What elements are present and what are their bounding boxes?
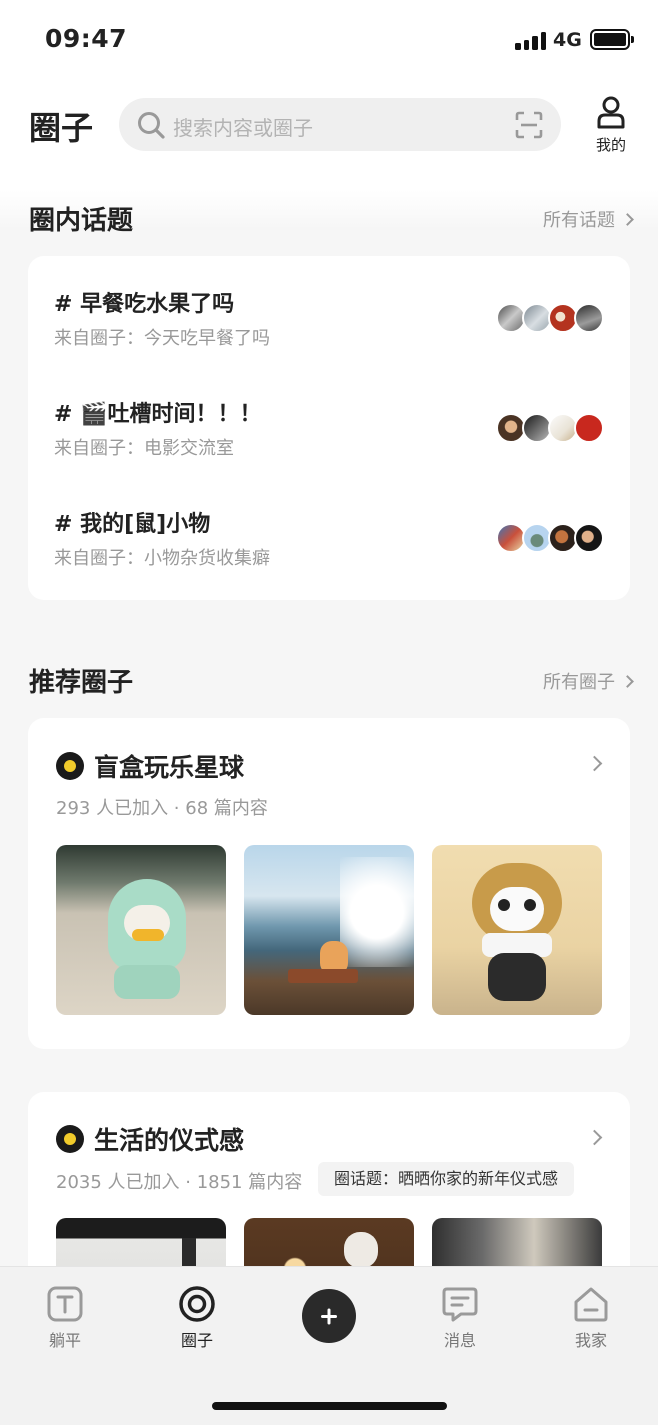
tab-label: 我家 <box>574 1331 607 1350</box>
participant-avatars <box>496 413 604 443</box>
tab-circles[interactable]: 圈子 <box>147 1285 247 1351</box>
topic-item[interactable]: # 早餐吃水果了吗 来自圈子：今天吃早餐了吗 <box>54 286 604 376</box>
status-time: 09:47 <box>45 24 128 53</box>
circle-target-icon <box>179 1286 215 1322</box>
user-icon <box>597 96 625 129</box>
message-icon <box>442 1287 478 1322</box>
topics-section-title: 圈内话题 <box>29 206 134 236</box>
signal-icon <box>515 32 547 50</box>
participant-avatars <box>496 303 604 333</box>
lie-flat-icon <box>47 1286 83 1322</box>
topic-item[interactable]: # 🎬吐槽时间！！！ 来自圈子：电影交流室 <box>54 396 604 486</box>
tab-label: 躺平 <box>48 1331 81 1350</box>
scan-icon[interactable] <box>514 110 544 140</box>
circle-meta: 2035 人已加入 · 1851 篇内容 <box>56 1172 303 1193</box>
circle-photo[interactable] <box>244 845 414 1015</box>
circle-topic-tag[interactable]: 圈话题：晒晒你家的新年仪式感 <box>318 1162 575 1196</box>
circle-photo[interactable] <box>432 845 602 1015</box>
search-placeholder: 搜索内容或圈子 <box>173 116 313 140</box>
circle-name: 盲盒玩乐星球 <box>94 753 245 782</box>
circle-name: 生活的仪式感 <box>94 1126 245 1155</box>
page-title: 圈子 <box>29 109 94 147</box>
chevron-right-icon <box>586 1129 603 1146</box>
my-profile-label: 我的 <box>595 136 626 154</box>
all-circles-link[interactable]: 所有圈子 <box>543 668 634 694</box>
circle-card[interactable]: 盲盒玩乐星球 293 人已加入 · 68 篇内容 <box>28 718 630 1049</box>
circle-photo[interactable] <box>56 845 226 1015</box>
participant-avatars <box>496 523 604 553</box>
topic-source: 来自圈子：电影交流室 <box>54 438 234 459</box>
topics-card: # 早餐吃水果了吗 来自圈子：今天吃早餐了吗 # 🎬吐槽时间！！！ 来自圈子：电… <box>28 256 630 600</box>
tab-messages[interactable]: 消息 <box>410 1285 510 1351</box>
circle-meta: 293 人已加入 · 68 篇内容 <box>56 798 268 819</box>
tab-label: 圈子 <box>180 1331 213 1350</box>
topic-title: # 我的[鼠]小物 <box>54 512 211 537</box>
my-profile-button[interactable]: 我的 <box>586 94 636 156</box>
topic-source: 来自圈子：今天吃早餐了吗 <box>54 328 270 349</box>
avatar <box>574 413 604 443</box>
create-post-button[interactable] <box>302 1289 356 1343</box>
circle-icon <box>56 1125 84 1153</box>
bottom-tab-bar: 躺平 圈子 消息 我家 <box>0 1266 658 1425</box>
all-topics-link[interactable]: 所有话题 <box>543 206 634 232</box>
battery-icon <box>590 29 634 50</box>
chevron-right-icon <box>621 213 634 226</box>
avatar <box>574 303 604 333</box>
topic-title: # 🎬吐槽时间！！！ <box>54 402 262 427</box>
tab-my-home[interactable]: 我家 <box>541 1285 641 1351</box>
topic-source: 来自圈子：小物杂货收集癖 <box>54 548 270 569</box>
home-indicator <box>212 1402 447 1410</box>
chevron-right-icon <box>586 755 603 772</box>
avatar <box>574 523 604 553</box>
search-bar[interactable]: 搜索内容或圈子 <box>119 98 561 151</box>
tab-lie-flat[interactable]: 躺平 <box>15 1285 115 1351</box>
topic-item[interactable]: # 我的[鼠]小物 来自圈子：小物杂货收集癖 <box>54 506 604 596</box>
circles-section-title: 推荐圈子 <box>29 668 134 698</box>
topic-title: # 早餐吃水果了吗 <box>54 292 235 317</box>
search-icon <box>138 112 165 139</box>
tab-label: 消息 <box>443 1331 476 1350</box>
network-label: 4G <box>553 29 582 51</box>
home-icon <box>574 1287 608 1322</box>
circle-icon <box>56 752 84 780</box>
chevron-right-icon <box>621 675 634 688</box>
